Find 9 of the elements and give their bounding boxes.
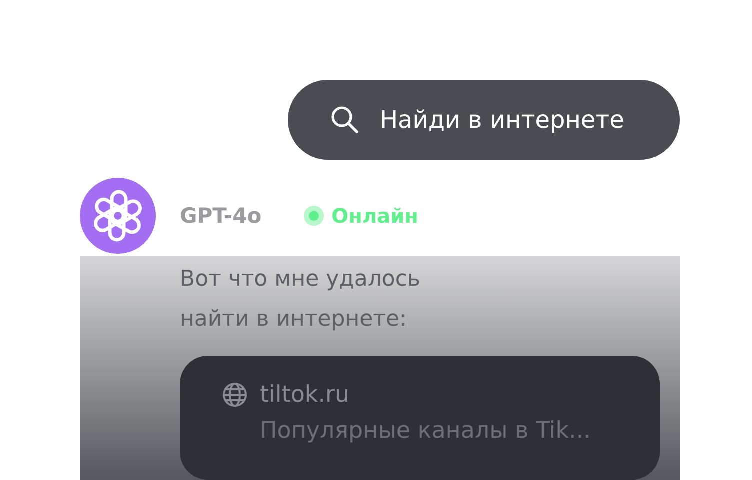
search-result-card[interactable]: tiltok.ru Популярные каналы в Tik... [180, 356, 660, 480]
result-title: Популярные каналы в Tik... [260, 418, 592, 444]
message-text: Вот что мне удалось найти в интернете: [180, 266, 422, 334]
globe-icon [222, 382, 248, 408]
status-label: Онлайн [332, 204, 418, 228]
search-button[interactable]: Найди в интернете [288, 80, 680, 160]
search-icon [330, 105, 360, 135]
sender-name: GPT-4o [180, 204, 262, 228]
result-site: tiltok.ru [260, 382, 350, 408]
